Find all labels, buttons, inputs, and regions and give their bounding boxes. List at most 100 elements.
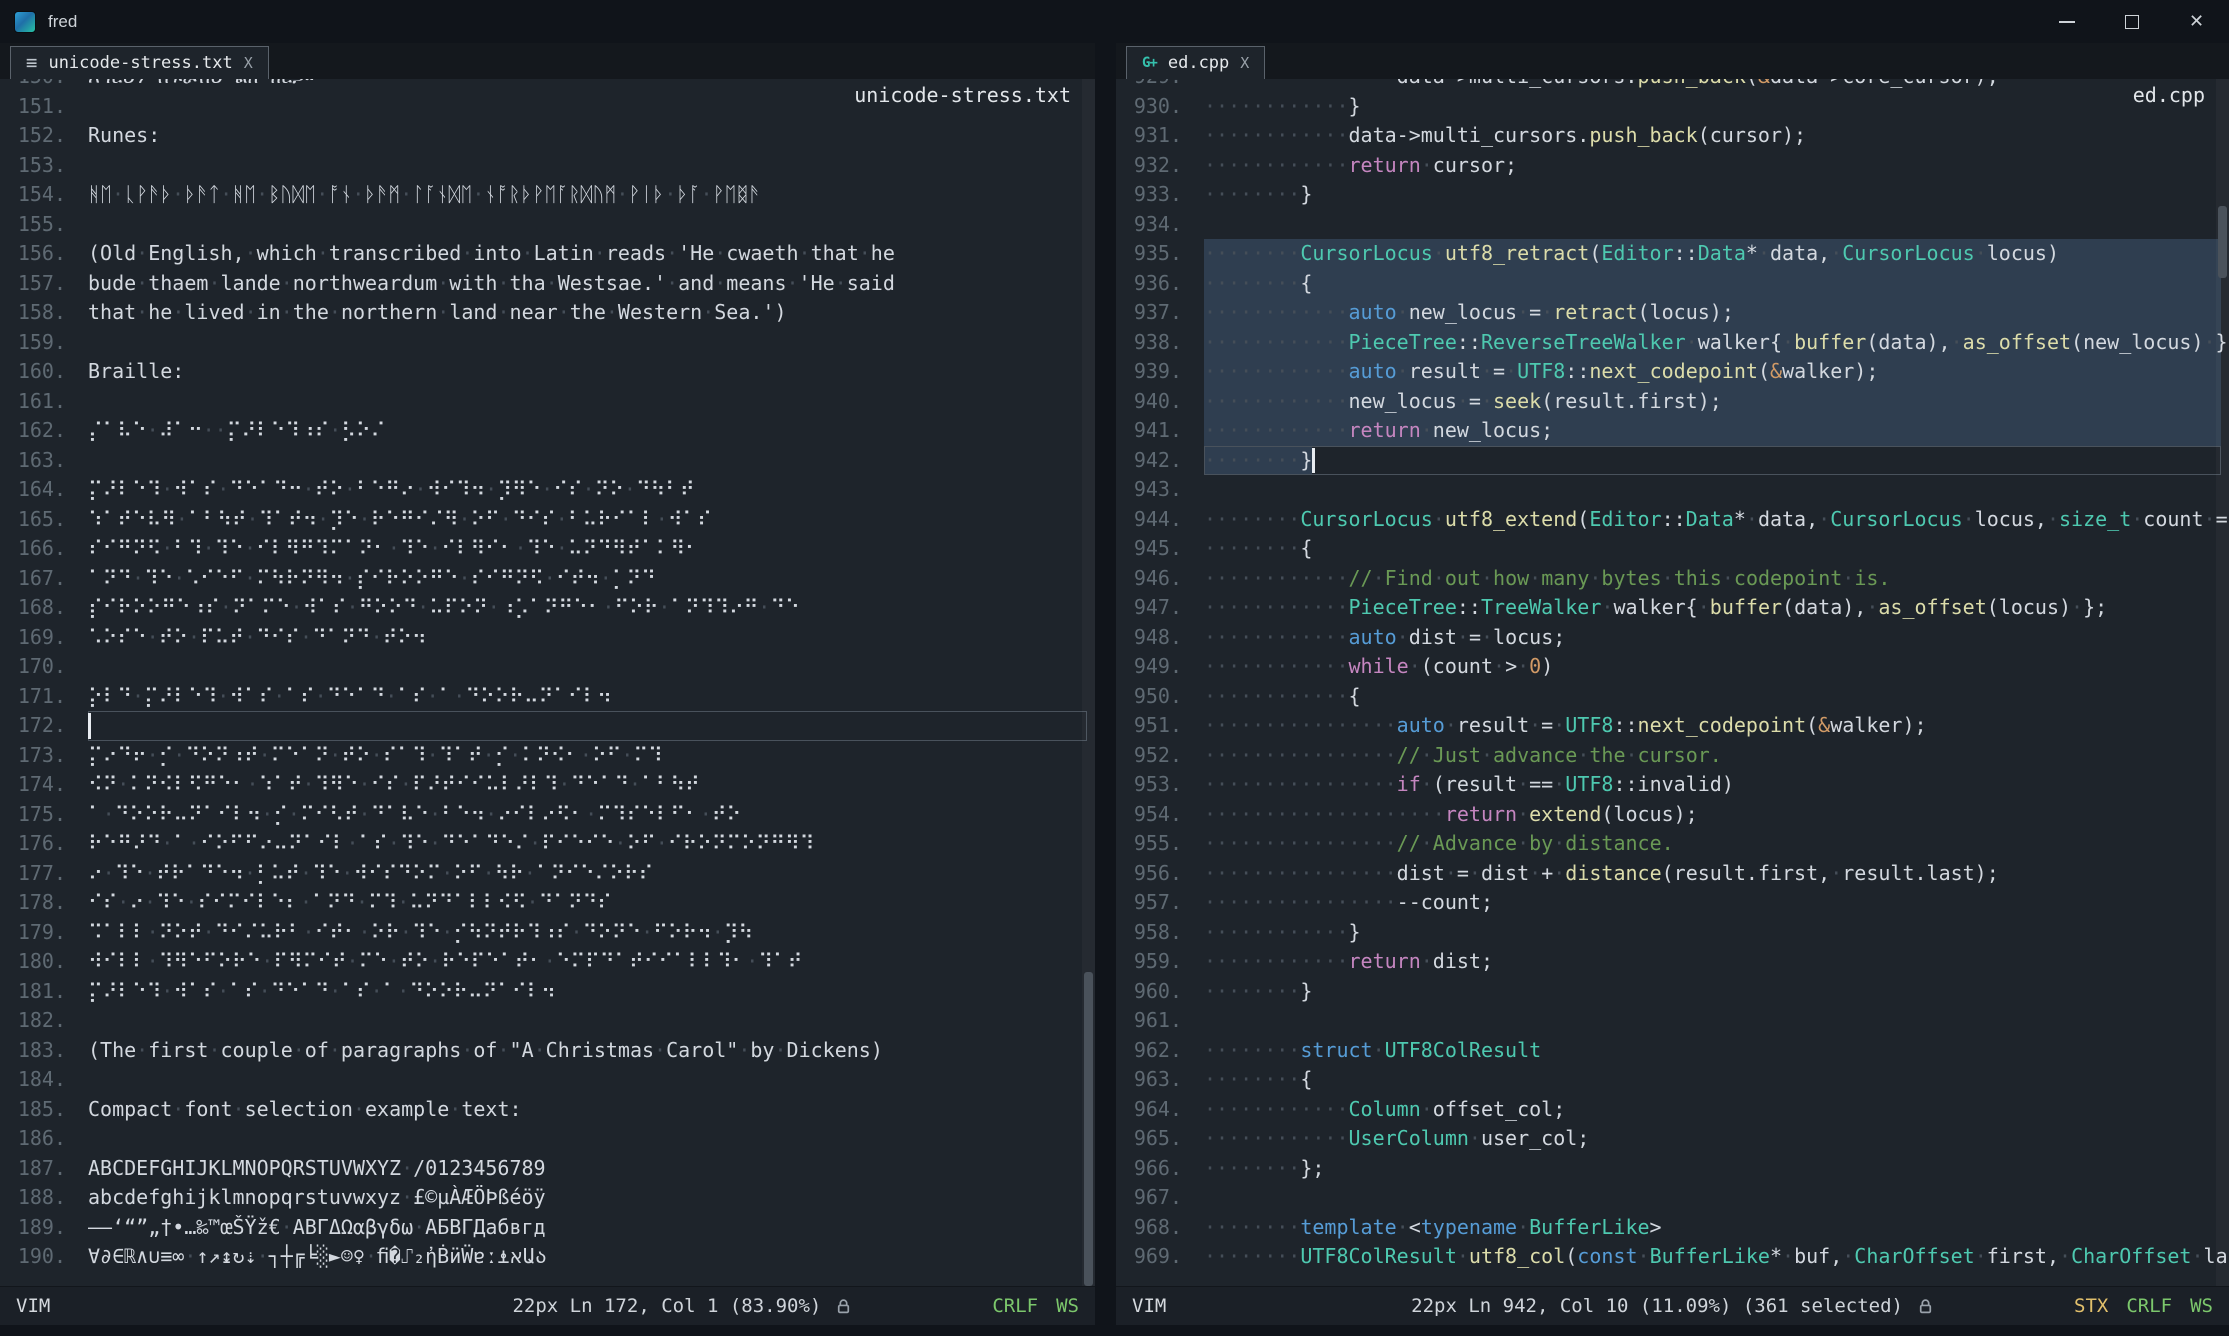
scrollbar-left[interactable] (1082, 79, 1095, 1286)
code-line[interactable]: 190.∀∂∈ℝ∧∪≡∞·↑↗↨↻⇣·┐┼╔╘░►☺♀·ﬁ�⑀₂ἠḂӥẄɐː⍎א… (0, 1242, 1095, 1272)
code-line[interactable]: 964.············Column·offset_col; (1116, 1095, 2229, 1125)
code-line[interactable]: 180.⠺⠊⠇⠇·⠹⠻⠑⠋⠕⠗⠑·⠏⠻⠍⠊⠞·⠍⠑·⠞⠕·⠗⠑⠏⠑⠁⠞⠂·⠑⠍⠏… (0, 947, 1095, 977)
code-line[interactable]: 163. (0, 446, 1095, 476)
code-line[interactable]: 945.········{ (1116, 534, 2229, 564)
code-line[interactable]: 948.············auto·dist·=·locus; (1116, 623, 2229, 653)
code-line[interactable]: 171.⡕⠇⠙·⡍⠜⠇⠑⠹·⠺⠁⠎·⠁⠎·⠙⠑⠁⠙·⠁⠎·⠁·⠙⠕⠕⠗⠤⠝⠁⠊⠇… (0, 682, 1095, 712)
code-line[interactable]: 164.⡍⠜⠇⠑⠹·⠺⠁⠎·⠙⠑⠁⠙⠒·⠞⠕·⠃⠑⠛⠔·⠺⠊⠹⠲·⡹⠻⠑·⠊⠎·… (0, 475, 1095, 505)
code-line[interactable]: 188.abcdefghijklmnopqrstuvwxyz·£©µÀÆÖÞßé… (0, 1183, 1095, 1213)
tab-close-icon[interactable]: X (1240, 54, 1249, 72)
code-line[interactable]: 162.⡌⠁⠧⠑·⠼⠁⠒··⡍⠜⠇⠑⠹⠰⠎·⡣⠕⠌ (0, 416, 1095, 446)
code-line[interactable]: 155. (0, 210, 1095, 240)
code-line[interactable]: 954.····················return·extend(lo… (1116, 800, 2229, 830)
code-line[interactable]: 168.⡎⠊⠗⠕⠕⠛⠑⠰⠎·⠝⠁⠍⠑·⠺⠁⠎·⠛⠕⠕⠙·⠥⠏⠕⠝·⠰⡡⠁⠝⠛⠑⠂… (0, 593, 1095, 623)
scrollbar-thumb[interactable] (2218, 206, 2227, 278)
code-line[interactable]: 940.············new_locus·=·seek(result.… (1116, 387, 2229, 417)
code-line[interactable]: 943. (1116, 475, 2229, 505)
code-line[interactable]: 153. (0, 151, 1095, 181)
code-line[interactable]: 937.············auto·new_locus·=·retract… (1116, 298, 2229, 328)
code-line[interactable]: 186. (0, 1124, 1095, 1154)
line-number: 162. (0, 416, 66, 446)
code-line[interactable]: 169.⠡⠕⠎⠑·⠞⠕·⠏⠥⠞·⠙⠊⠎·⠙⠁⠝⠙·⠞⠕⠲ (0, 623, 1095, 653)
code-line[interactable]: 185.Compact·font·selection·example·text: (0, 1095, 1095, 1125)
code-line[interactable]: 953.················if·(result·==·UTF8::… (1116, 770, 2229, 800)
minimize-button[interactable] (2034, 0, 2099, 43)
code-line[interactable]: 156.(Old·English,·which·transcribed·into… (0, 239, 1095, 269)
code-line[interactable]: 174.⠪⠝·⠅⠝⠪⠇⠫⠛⠑⠂·⠱⠁⠞·⠹⠻⠑·⠊⠎·⠏⠜⠞⠊⠊⠥⠇⠜⠇⠹·⠙⠑… (0, 770, 1095, 800)
code-line[interactable]: 957.················--count; (1116, 888, 2229, 918)
code-line[interactable]: 932.············return·cursor; (1116, 151, 2229, 181)
code-line[interactable]: 158.that·he·lived·in·the·northern·land·n… (0, 298, 1095, 328)
scrollbar-thumb[interactable] (1084, 972, 1093, 1286)
line-number: 161. (0, 387, 66, 417)
code-line[interactable]: 956.················dist·=·dist·+·distan… (1116, 859, 2229, 889)
tab-ed-cpp[interactable]: G+ ed.cpp X (1126, 46, 1265, 79)
code-line[interactable]: 172. (0, 711, 1095, 741)
code-line[interactable]: 189.–—‘“”„†•…‰™œŠŸž€·ΑΒΓΔΩαβγδω·АБВГДабв… (0, 1213, 1095, 1243)
code-line[interactable]: 955.················//·Advance·by·distan… (1116, 829, 2229, 859)
code-line[interactable]: 173.⡍⠔⠙⠖·⡊·⠙⠕⠝⠰⠞·⠍⠑⠁⠝·⠞⠕·⠎⠁⠹·⠹⠁⠞·⡊·⠅⠝⠪⠂·… (0, 741, 1095, 771)
code-line[interactable]: 941.············return·new_locus; (1116, 416, 2229, 446)
line-number: 183. (0, 1036, 66, 1066)
code-line[interactable]: 154.ᚻᛖ·ᚳᚹᚫᚦ·ᚦᚫᛏ·ᚻᛖ·ᛒᚢᛞᛖ·ᚩᚾ·ᚦᚫᛗ·ᛚᚪᚾᛞᛖ·ᚾᚩᚱ… (0, 180, 1095, 210)
code-line[interactable]: 934. (1116, 210, 2229, 240)
code-line[interactable]: 938.············PieceTree::ReverseTreeWa… (1116, 328, 2229, 358)
code-line[interactable]: 170. (0, 652, 1095, 682)
code-line[interactable]: 167.⠁⠝⠙·⠹⠑·⠡⠊⠑⠋·⠍⠳⠗⠝⠻⠲·⡎⠊⠗⠕⠕⠛⠑·⠎⠊⠛⠝⠫·⠊⠞⠲… (0, 564, 1095, 594)
code-line[interactable]: 160.Braille: (0, 357, 1095, 387)
code-line[interactable]: 187.ABCDEFGHIJKLMNOPQRSTUVWXYZ·/01234567… (0, 1154, 1095, 1184)
code-line[interactable]: 183.(The·first·couple·of·paragraphs·of·"… (0, 1036, 1095, 1066)
code-line[interactable]: 967. (1116, 1183, 2229, 1213)
code-line[interactable]: 177.⠔·⠹⠑·⠞⠗⠁⠙⠑⠲·⡃⠥⠞·⠹⠑·⠺⠊⠎⠙⠕⠍·⠕⠋·⠳⠗·⠁⠝⠊⠑… (0, 859, 1095, 889)
code-line[interactable]: 949.············while·(count·>·0) (1116, 652, 2229, 682)
code-line[interactable]: 962.········struct·UTF8ColResult (1116, 1036, 2229, 1066)
code-line[interactable]: 947.············PieceTree::TreeWalker·wa… (1116, 593, 2229, 623)
code-line[interactable]: 968.········template·<typename·BufferLik… (1116, 1213, 2229, 1243)
code-line[interactable]: 152.Runes: (0, 121, 1095, 151)
close-button[interactable]: ✕ (2164, 0, 2229, 43)
statusbar-left: VIM 22px Ln 172, Col 1 (83.90%) CRLF WS (0, 1286, 1095, 1325)
code-line[interactable]: 178.⠊⠎·⠔·⠹⠑·⠎⠊⠍⠊⠇⠑⠆·⠁⠝⠙·⠍⠹·⠥⠝⠙⠁⠇⠇⠪⠫·⠙⠁⠝⠙… (0, 888, 1095, 918)
code-line[interactable]: 959.············return·dist; (1116, 947, 2229, 977)
code-line[interactable]: 176.⠗⠑⠛⠜⠙·⠁·⠊⠕⠋⠋⠔⠤⠝⠁⠊⠇·⠁⠎·⠹⠑·⠙⠑⠁⠙⠑⠌·⠏⠊⠑⠊… (0, 829, 1095, 859)
editor-surface-right[interactable]: ed.cpp 929.················data->multi_c… (1116, 79, 2229, 1286)
code-line[interactable]: 952.················//·Just·advance·the·… (1116, 741, 2229, 771)
code-line[interactable]: 960.········} (1116, 977, 2229, 1007)
code-line[interactable]: 935.········CursorLocus·utf8_retract(Edi… (1116, 239, 2229, 269)
code-line[interactable]: 950.············{ (1116, 682, 2229, 712)
code-line[interactable]: 942.········} (1116, 446, 2229, 476)
code-line[interactable]: 182. (0, 1006, 1095, 1036)
pane-divider[interactable] (1095, 43, 1116, 1325)
scrollbar-right[interactable] (2216, 79, 2229, 1286)
code-line[interactable]: 933.········} (1116, 180, 2229, 210)
code-line[interactable]: 946.············//·Find·out·how·many·byt… (1116, 564, 2229, 594)
code-line[interactable]: 944.········CursorLocus·utf8_extend(Edit… (1116, 505, 2229, 535)
maximize-button[interactable] (2099, 0, 2164, 43)
code-line[interactable]: 161. (0, 387, 1095, 417)
code-line[interactable]: 166.⠎⠊⠛⠝⠫·⠃⠹·⠹⠑·⠊⠇⠻⠛⠹⠍⠁⠝⠂·⠹⠑·⠊⠇⠻⠊⠂·⠹⠑·⠥⠝… (0, 534, 1095, 564)
code-line[interactable]: 958.············} (1116, 918, 2229, 948)
code-line[interactable]: 939.············auto·result·=·UTF8::next… (1116, 357, 2229, 387)
tab-close-icon[interactable]: X (244, 54, 253, 72)
editor-surface-left[interactable]: unicode-stress.txt 150.እግርህን·በፍራሽህ·ልክ·ዘር… (0, 79, 1095, 1286)
code-line[interactable]: 931.············data->multi_cursors.push… (1116, 121, 2229, 151)
line-number: 955. (1116, 829, 1182, 859)
code-line[interactable]: 966.········}; (1116, 1154, 2229, 1184)
code-line[interactable]: 181.⡍⠜⠇⠑⠹·⠺⠁⠎·⠁⠎·⠙⠑⠁⠙·⠁⠎·⠁·⠙⠕⠕⠗⠤⠝⠁⠊⠇⠲ (0, 977, 1095, 1007)
code-line[interactable]: 157.bude·thaem·lande·northweardum·with·t… (0, 269, 1095, 299)
code-line[interactable]: 179.⠩⠁⠇⠇·⠝⠕⠞·⠙⠊⠌⠥⠗⠃·⠊⠞⠂·⠕⠗·⠹⠑·⡊⠳⠝⠞⠗⠹⠰⠎·⠙… (0, 918, 1095, 948)
code-line[interactable]: 929.················data->multi_cursors.… (1116, 79, 2229, 92)
code-line[interactable]: 969.········UTF8ColResult·utf8_col(const… (1116, 1242, 2229, 1272)
code-line[interactable]: 965.············UserColumn·user_col; (1116, 1124, 2229, 1154)
code-line[interactable]: 963.········{ (1116, 1065, 2229, 1095)
code-line[interactable]: 175.⠁·⠙⠕⠕⠗⠤⠝⠁⠊⠇⠲·⡊·⠍⠊⠣⠞·⠙⠁⠧⠑·⠃⠑⠲·⠔⠊⠇⠔⠫⠂·… (0, 800, 1095, 830)
code-line[interactable]: 951.················auto·result·=·UTF8::… (1116, 711, 2229, 741)
tab-label: ed.cpp (1168, 53, 1229, 73)
tab-unicode-stress[interactable]: ≡ unicode-stress.txt X (10, 46, 269, 79)
code-line[interactable]: 184. (0, 1065, 1095, 1095)
code-line[interactable]: 936.········{ (1116, 269, 2229, 299)
code-line[interactable]: 159. (0, 328, 1095, 358)
code-line[interactable]: 930.············} (1116, 92, 2229, 122)
code-line[interactable]: 165.⠱⠁⠞⠑⠧⠻·⠁⠃⠳⠞·⠹⠁⠞⠲·⡹⠑·⠗⠑⠛⠊⠌⠻·⠕⠋·⠙⠊⠎·⠃⠥… (0, 505, 1095, 535)
code-line[interactable]: 961. (1116, 1006, 2229, 1036)
